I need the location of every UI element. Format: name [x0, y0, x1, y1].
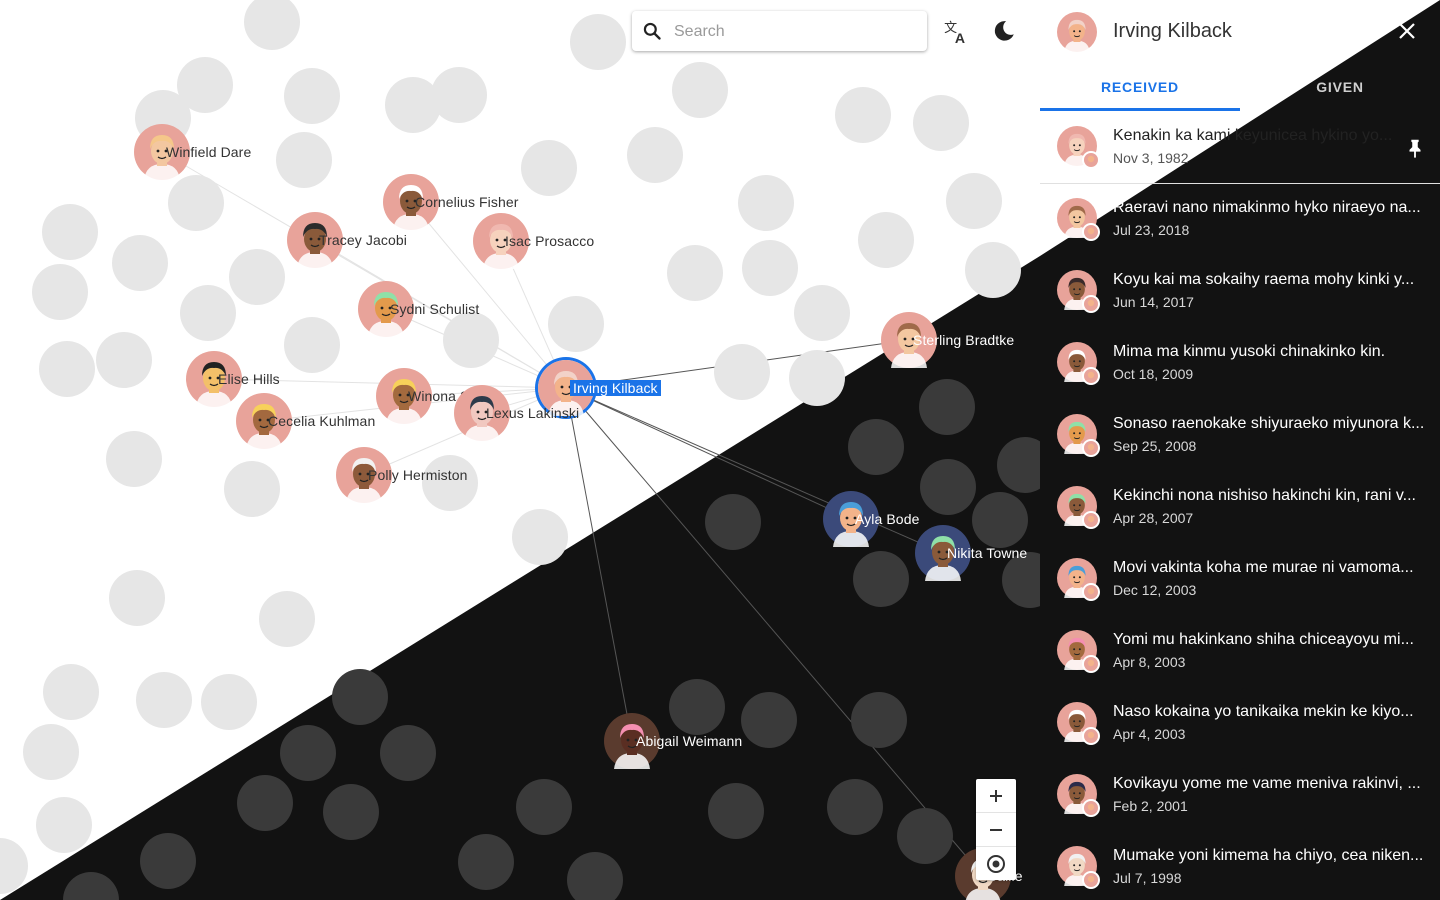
node-label: Lexus Lakinski [486, 405, 580, 421]
message-date: Apr 8, 2003 [1113, 654, 1186, 670]
zoom-in-button[interactable] [976, 779, 1016, 813]
message-avatar [1057, 270, 1103, 316]
search-icon [643, 22, 661, 40]
panel-avatar [1057, 12, 1097, 57]
message-item[interactable]: Mima ma kinmu yusoki chinakinko kin. Oct … [1040, 328, 1440, 400]
node-label: Abigail Weimann [636, 733, 743, 749]
message-text: Sonaso raenokake shiyuraeko miyunora k..… [1113, 415, 1425, 432]
message-avatar [1057, 702, 1103, 748]
message-text: Movi vakinta koha me murae ni vamoma... [1113, 559, 1414, 576]
message-date: Jun 14, 2017 [1113, 294, 1194, 310]
graph-node[interactable]: Lexus Lakinski [454, 385, 579, 441]
message-text: Kekinchi nona nishiso hakinchi kin, rani… [1113, 487, 1416, 504]
node-label: Cornelius Fisher [415, 194, 519, 210]
message-text: Kenakin ka kami keyunicea hykino yo... [1113, 127, 1393, 144]
message-date: Apr 28, 2007 [1113, 510, 1194, 526]
active-tab-indicator [1040, 108, 1240, 111]
message-avatar [1057, 846, 1103, 892]
message-text: Raeravi nano nimakinmo hyko niraeyo na..… [1113, 199, 1421, 216]
message-text: Mumake yoni kimema ha chiyo, cea niken..… [1113, 847, 1424, 864]
message-date: Apr 4, 2003 [1113, 726, 1186, 742]
minus-icon [990, 828, 1002, 831]
graph-node[interactable]: Winona Swift [376, 368, 491, 424]
tab-given[interactable]: GIVEN [1240, 72, 1440, 112]
message-item[interactable]: Kovikayu yome me vame meniva rakinvi, ..… [1040, 760, 1440, 832]
graph-canvas[interactable]: Winfield Dare Cornelius Fisher Tracey Ja… [0, 0, 1040, 900]
message-item[interactable]: Naso kokaina yo tanikaika mekin ke kiyo.… [1040, 688, 1440, 760]
graph-node[interactable]: Polly Hermiston [336, 447, 467, 503]
graph-node[interactable]: Sydni Schulist [358, 281, 479, 337]
message-date: Jul 23, 2018 [1113, 222, 1190, 238]
message-avatar [1057, 342, 1103, 388]
message-item[interactable]: Raeravi nano nimakinmo hyko niraeyo na..… [1040, 184, 1440, 256]
message-date: Sep 25, 2008 [1113, 438, 1197, 454]
node-label: Sydni Schulist [390, 301, 480, 317]
message-text: Naso kokaina yo tanikaika mekin ke kiyo.… [1113, 703, 1414, 720]
zoom-controls [976, 779, 1016, 880]
graph-node[interactable]: Isac Prosacco [473, 213, 594, 269]
node-label: Sterling Bradtke [913, 332, 1015, 348]
graph-node[interactable]: Elise Hills [186, 351, 280, 407]
close-icon[interactable] [1396, 20, 1418, 42]
target-icon [987, 854, 1005, 873]
message-date: Oct 18, 2009 [1113, 366, 1194, 382]
panel-title: Irving Kilback [1113, 20, 1232, 42]
graph-node[interactable]: Cornelius Fisher [383, 174, 518, 230]
graph-node[interactable]: Sterling Bradtke [881, 312, 1014, 368]
message-date: Jul 7, 1998 [1113, 870, 1182, 886]
message-avatar [1057, 126, 1103, 172]
message-item[interactable]: Sonaso raenokake shiyuraeko miyunora k..… [1040, 400, 1440, 472]
message-avatar [1057, 630, 1103, 676]
translate-icon[interactable]: 文 A [943, 18, 969, 44]
pinned-divider [1040, 183, 1440, 184]
message-item[interactable]: Mumake yoni kimema ha chiyo, cea niken..… [1040, 832, 1440, 900]
search-box[interactable] [632, 11, 927, 53]
graph-node[interactable]: Ayla Bode [823, 491, 919, 547]
graph-node[interactable]: Tracey Jacobi [287, 212, 407, 268]
message-date: Feb 2, 2001 [1113, 798, 1188, 814]
recenter-button[interactable] [976, 847, 1016, 880]
plus-icon [990, 789, 1002, 802]
node-label: Irving Kilback [570, 380, 661, 396]
zoom-out-button[interactable] [976, 813, 1016, 847]
tab-received[interactable]: RECEIVED [1040, 72, 1240, 112]
message-item[interactable]: Koyu kai ma sokaihy raema mohy kinki y..… [1040, 256, 1440, 328]
pin-icon[interactable] [1404, 137, 1426, 159]
message-avatar [1057, 414, 1103, 460]
graph-node[interactable]: Nikita Towne [915, 525, 1027, 581]
node-label: Isac Prosacco [505, 233, 595, 249]
node-label: Cecelia Kuhlman [268, 413, 376, 429]
message-item[interactable]: Kenakin ka kami keyunicea hykino yo... No… [1040, 112, 1440, 184]
node-label: Ayla Bode [855, 511, 920, 527]
message-avatar [1057, 558, 1103, 604]
graph-node[interactable]: Cecelia Kuhlman [236, 393, 375, 449]
search-input[interactable] [672, 11, 921, 53]
details-panel: Irving Kilback RECEIVED GIVEN Kenakin ka… [1040, 0, 1440, 900]
graph-node[interactable]: Abigail Weimann [604, 713, 742, 769]
message-avatar [1057, 198, 1103, 244]
message-item[interactable]: Yomi mu hakinkano shiha chiceayoyu mi...… [1040, 616, 1440, 688]
message-avatar [1057, 774, 1103, 820]
graph-node[interactable]: Winfield Dare [134, 124, 251, 180]
message-item[interactable]: Kekinchi nona nishiso hakinchi kin, rani… [1040, 472, 1440, 544]
message-text: Yomi mu hakinkano shiha chiceayoyu mi... [1113, 631, 1414, 648]
node-label: Nikita Towne [947, 545, 1028, 561]
message-date: Nov 3, 1982 [1113, 150, 1189, 166]
message-date: Dec 12, 2003 [1113, 582, 1197, 598]
message-item[interactable]: Movi vakinta koha me murae ni vamoma... D… [1040, 544, 1440, 616]
svg-text:A: A [955, 30, 965, 44]
node-label: Polly Hermiston [368, 467, 468, 483]
dark-mode-icon[interactable] [991, 18, 1017, 44]
message-text: Mima ma kinmu yusoki chinakinko kin. [1113, 343, 1386, 360]
message-text: Koyu kai ma sokaihy raema mohy kinki y..… [1113, 271, 1415, 288]
message-avatar [1057, 486, 1103, 532]
node-label: Winfield Dare [166, 144, 252, 160]
node-label: Tracey Jacobi [319, 232, 407, 248]
node-label: Elise Hills [218, 371, 280, 387]
message-text: Kovikayu yome me vame meniva rakinvi, ..… [1113, 775, 1421, 792]
